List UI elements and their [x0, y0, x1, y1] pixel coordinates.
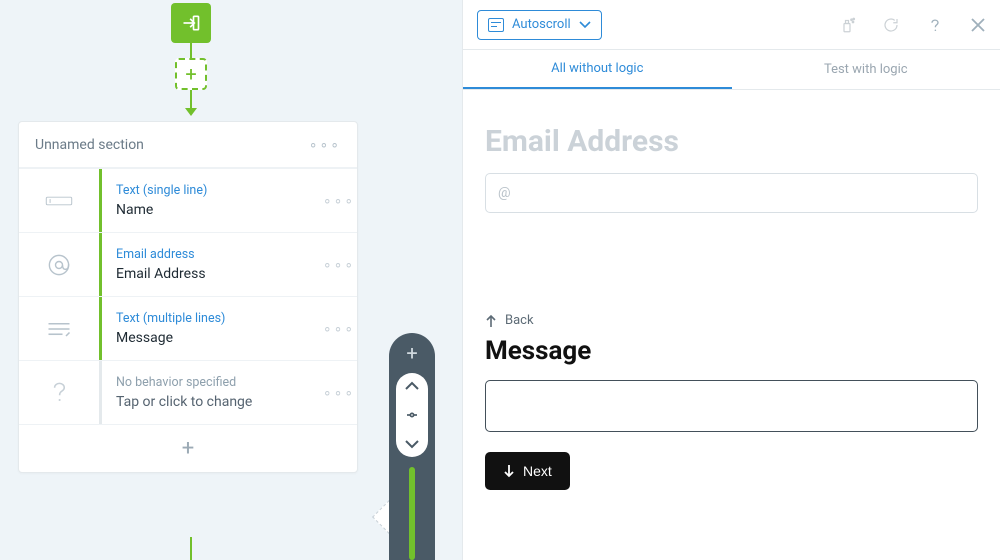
insert-node-button[interactable]: + [175, 58, 207, 90]
chevron-up-icon [404, 381, 420, 391]
field-row[interactable]: Email address Email Address ∘∘∘ [19, 232, 357, 296]
question-mark-icon [19, 379, 99, 407]
drag-handle-icon [404, 410, 420, 420]
chevron-down-icon [404, 439, 420, 449]
previous-question-title: Email Address [485, 124, 978, 159]
next-label: Next [523, 463, 552, 479]
rail-track[interactable] [409, 467, 415, 560]
plus-icon: + [406, 341, 417, 365]
section-card: Unnamed section ∘∘∘ Text (single line) N… [18, 121, 358, 473]
field-row[interactable]: Text (single line) Name ∘∘∘ [19, 168, 357, 232]
preview-tabs: All without logic Test with logic [463, 50, 1000, 90]
form-mini-icon [488, 18, 504, 32]
entry-node[interactable] [171, 3, 211, 43]
email-placeholder: @ [498, 185, 511, 201]
field-menu-button[interactable]: ∘∘∘ [321, 193, 357, 209]
preview-body: Email Address @ Back Message Next [463, 90, 1000, 560]
arrow-up-icon [485, 314, 497, 328]
chevron-down-icon [579, 21, 591, 29]
preview-toolbar: Autoscroll [463, 0, 1000, 50]
field-type-label: No behavior specified [116, 375, 311, 390]
section-title: Unnamed section [35, 137, 144, 153]
field-name-label: Message [116, 330, 311, 346]
autoscroll-dropdown[interactable]: Autoscroll [477, 10, 602, 40]
multiline-text-icon [19, 315, 99, 343]
current-question-title: Message [485, 336, 978, 366]
close-button[interactable] [970, 17, 986, 33]
add-field-button[interactable]: + [19, 424, 357, 472]
connector-line [190, 43, 192, 58]
field-name-label: Tap or click to change [116, 394, 311, 410]
rail-scroll-control[interactable] [396, 373, 428, 457]
tab-all-without-logic[interactable]: All without logic [463, 50, 732, 89]
arrow-down-icon [503, 464, 515, 478]
plus-icon: + [182, 436, 194, 461]
section-menu-button[interactable]: ∘∘∘ [309, 137, 341, 153]
email-field[interactable]: @ [485, 173, 978, 213]
back-button[interactable]: Back [485, 313, 978, 328]
at-sign-icon [19, 251, 99, 279]
preview-panel: Autoscroll All without logic Test with l… [462, 0, 1000, 560]
back-label: Back [505, 313, 534, 328]
field-row[interactable]: No behavior specified Tap or click to ch… [19, 360, 357, 424]
connector-line [190, 537, 192, 560]
autoscroll-label: Autoscroll [512, 17, 571, 32]
rail-add-button[interactable]: + [406, 341, 417, 365]
arrow-down-icon [185, 108, 197, 120]
navigator-rail: + [389, 333, 435, 560]
field-name-label: Name [116, 202, 311, 218]
field-menu-button[interactable]: ∘∘∘ [321, 385, 357, 401]
field-type-label: Text (multiple lines) [116, 311, 311, 326]
plus-icon: + [185, 64, 196, 84]
spray-tool-button[interactable] [838, 16, 856, 34]
tab-label: All without logic [551, 61, 643, 76]
field-menu-button[interactable]: ∘∘∘ [321, 257, 357, 273]
tab-test-with-logic[interactable]: Test with logic [732, 50, 1000, 89]
tab-label: Test with logic [824, 62, 908, 77]
help-button[interactable] [926, 16, 944, 34]
field-row[interactable]: Text (multiple lines) Message ∘∘∘ [19, 296, 357, 360]
field-menu-button[interactable]: ∘∘∘ [321, 321, 357, 337]
builder-canvas: + Unnamed section ∘∘∘ Text (single line)… [0, 0, 462, 560]
next-button[interactable]: Next [485, 452, 570, 490]
message-textarea[interactable] [485, 380, 978, 432]
refresh-button[interactable] [882, 16, 900, 34]
text-input-icon [19, 187, 99, 215]
field-name-label: Email Address [116, 266, 311, 282]
section-header[interactable]: Unnamed section ∘∘∘ [19, 122, 357, 168]
field-type-label: Email address [116, 247, 311, 262]
field-type-label: Text (single line) [116, 183, 311, 198]
enter-arrow-icon [181, 13, 201, 33]
